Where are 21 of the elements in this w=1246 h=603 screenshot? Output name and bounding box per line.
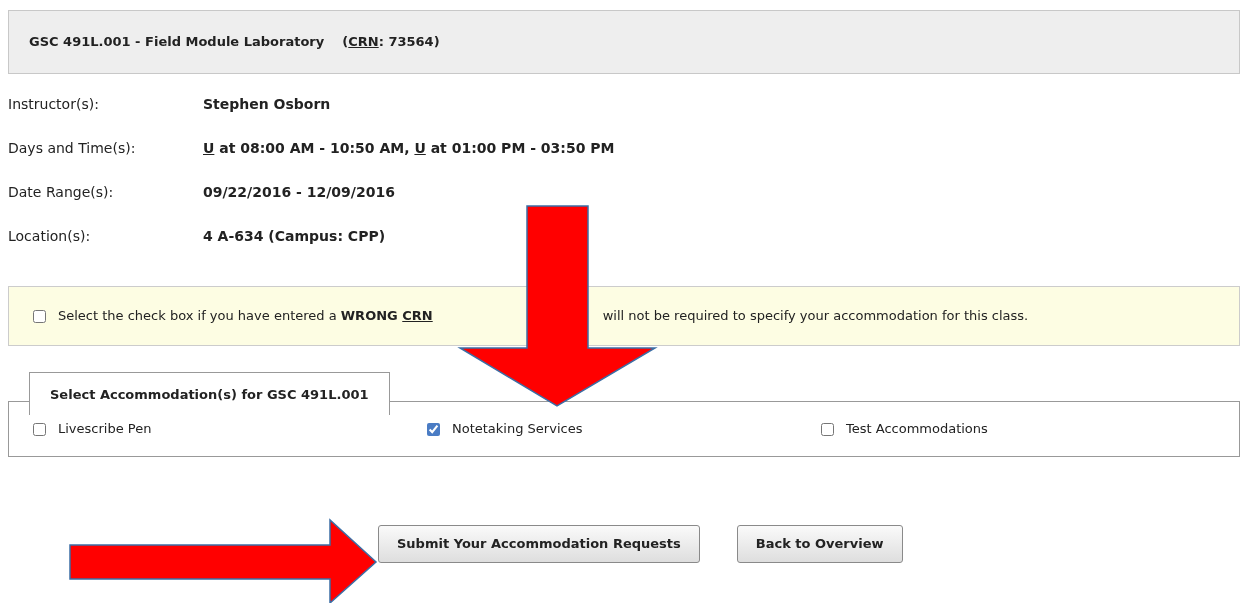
notice-text: Select the check box if you have entered a WRONG CRN <box>58 307 433 326</box>
checkbox-label: Test Accommodations <box>846 420 988 439</box>
field-value: 09/22/2016 - 12/09/2016 <box>203 182 395 202</box>
field-value: U at 08:00 AM - 10:50 AM, U at 01:00 PM - 03:50 PM <box>203 138 615 158</box>
field-label: Date Range(s): <box>8 182 115 202</box>
checkbox-label: Notetaking Services <box>452 420 583 439</box>
submit-button[interactable]: Submit Your Accommodation Requests <box>378 525 700 563</box>
checkbox[interactable] <box>33 422 46 436</box>
group-legend: Select Accommodation(s) for GSC 491L.001 <box>29 372 390 415</box>
course-title: GSC 491L.001 - Field Module Laboratory (CRN: 73564) <box>29 33 440 52</box>
checkbox[interactable] <box>33 309 46 323</box>
checkbox-label: Livescribe Pen <box>58 420 152 439</box>
notice-text: will not be required to specify your accommodation for this class. <box>602 307 1029 326</box>
field-value: 4 A-634 (Campus: CPP) <box>203 226 386 246</box>
back-button[interactable]: Back to Overview <box>736 525 903 563</box>
checkbox[interactable] <box>821 422 834 436</box>
field-label: Instructor(s): <box>8 94 100 114</box>
field-value: Stephen Osborn <box>203 94 331 114</box>
checkbox[interactable] <box>427 422 440 436</box>
field-label: Days and Time(s): <box>8 138 137 158</box>
field-label: Location(s): <box>8 226 92 246</box>
